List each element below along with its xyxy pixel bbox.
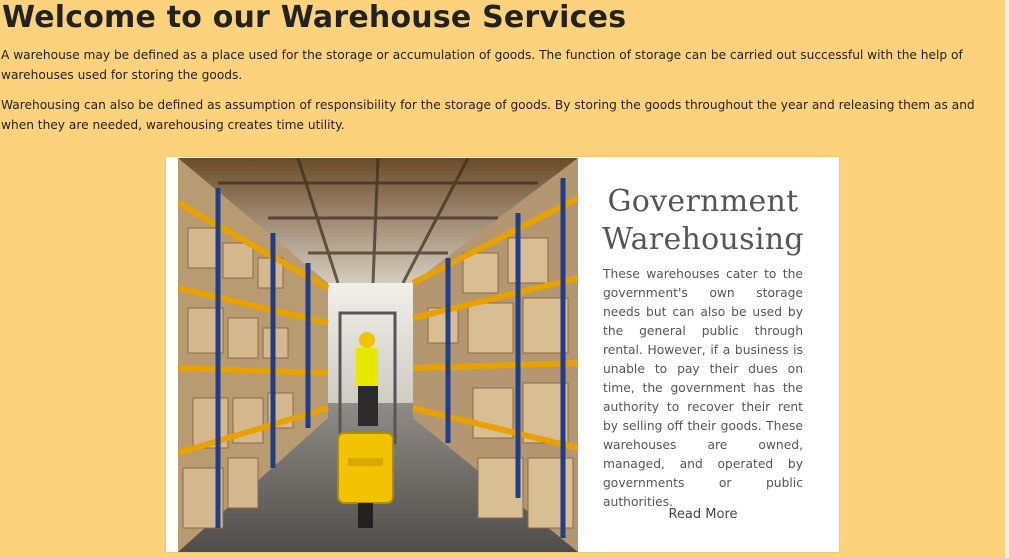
warehouse-illustration (178, 158, 578, 552)
warehouse-photo (178, 158, 578, 552)
service-card: Government Warehousing These warehouses … (166, 157, 839, 552)
card-title: Government Warehousing (602, 184, 804, 257)
page-title: Welcome to our Warehouse Services (2, 0, 627, 35)
intro-section: A warehouse may be defined as a place us… (1, 45, 1007, 145)
card-text-panel: Government Warehousing These warehouses … (578, 157, 828, 552)
read-more-link[interactable]: Read More (578, 507, 828, 522)
card-description: These warehouses cater to the government… (603, 267, 803, 509)
intro-paragraph-1: A warehouse may be defined as a place us… (1, 48, 963, 82)
intro-paragraph-2: Warehousing can also be defined as assum… (1, 98, 975, 132)
